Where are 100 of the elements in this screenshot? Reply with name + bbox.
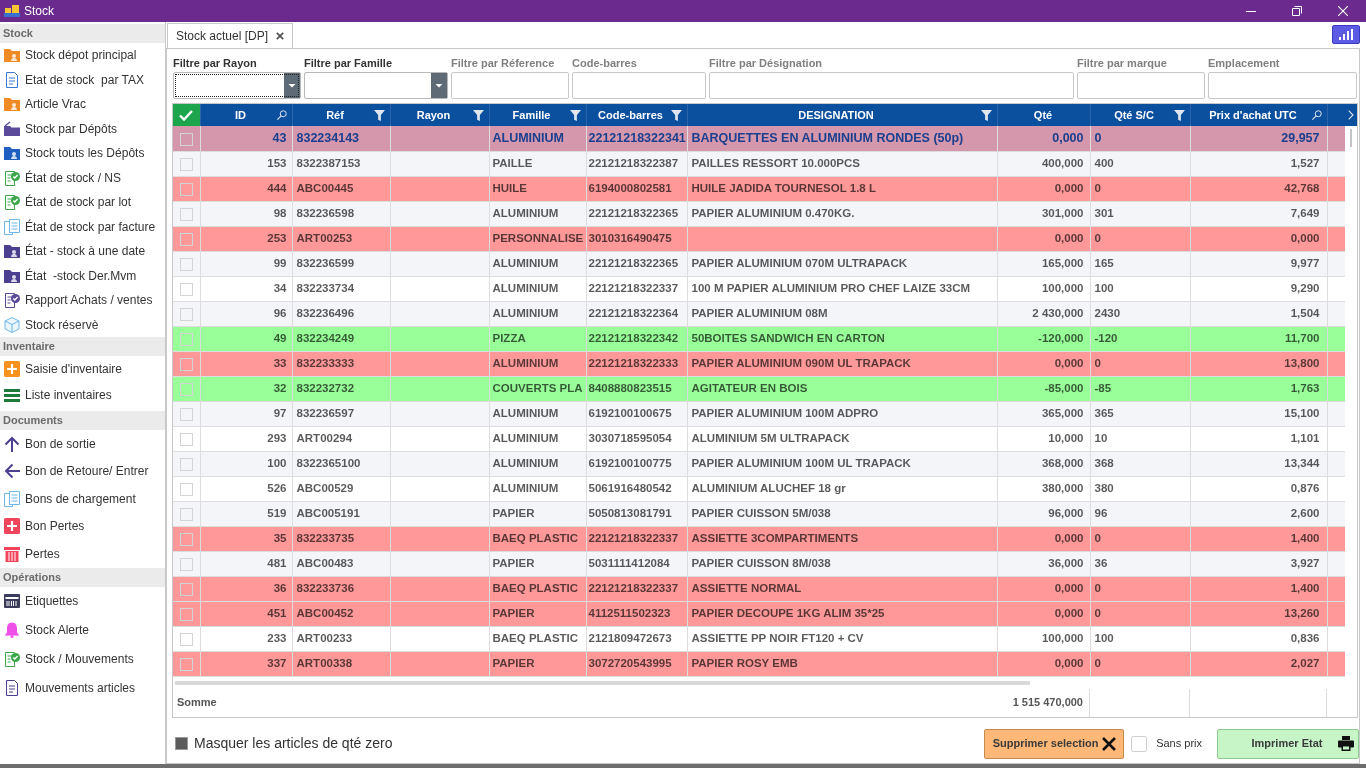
column-header[interactable]: Réf <box>292 104 390 126</box>
filter-icon[interactable] <box>670 109 682 121</box>
row-checkbox[interactable] <box>179 207 193 221</box>
table-row[interactable]: 97 832236597 ALUMINIUM 6192100100675 PAPIER ALUMINIUM 100M ADPRO 365,000 365 15,100 <box>173 401 1345 426</box>
filter-input[interactable] <box>1077 72 1205 99</box>
row-checkbox[interactable] <box>179 432 193 446</box>
sidebar-item[interactable]: Article Vrac <box>0 92 165 117</box>
column-header[interactable]: Qté <box>997 104 1090 126</box>
table-row[interactable]: 451 ABC00452 PAPIER 4112511502323 PAPIER DECOUPE 1KG ALIM 35*25 0,000 0 13,260 <box>173 601 1345 626</box>
filter-icon[interactable] <box>472 109 484 121</box>
checkbox[interactable] <box>175 737 188 750</box>
table-row[interactable]: 32 832232732 COUVERTS PLA 8408880823515 AGITATEUR EN BOIS -85,000 -85 1,763 <box>173 376 1345 401</box>
filter-input[interactable] <box>1208 72 1357 99</box>
sidebar-item[interactable]: Mouvements articles <box>0 673 165 703</box>
column-header[interactable]: Rayon <box>390 104 489 126</box>
row-checkbox[interactable] <box>179 582 193 596</box>
scrollbar-thumb[interactable] <box>175 680 1030 685</box>
row-checkbox[interactable] <box>179 507 193 521</box>
table-row[interactable]: 35 832233735 BAEQ PLASTIC 22121218322337 ASSIETTE 3COMPARTIMENTS 0,000 0 1,400 <box>173 526 1345 551</box>
column-header[interactable]: Famille <box>489 104 586 126</box>
sidebar-item[interactable]: Bons de chargement <box>0 485 165 513</box>
delete-selection-button[interactable]: Supprimer selection <box>984 728 1125 759</box>
row-checkbox[interactable] <box>179 557 193 571</box>
sidebar-item[interactable]: Bon de Retoure/ Entrer <box>0 457 165 485</box>
table-row[interactable]: 481 ABC00483 PAPIER 5031111412084 PAPIER CUISSON 8M/038 36,000 36 3,927 <box>173 551 1345 576</box>
table-row[interactable]: 98 832236598 ALUMINIUM 22121218322365 PAPIER ALUMINIUM 0.470KG. 301,000 301 7,649 <box>173 201 1345 226</box>
sidebar-item[interactable]: Stock Alerte <box>0 615 165 645</box>
sidebar-item[interactable]: Stock réservè <box>0 312 165 337</box>
table-row[interactable]: 293 ART00294 ALUMINIUM 3030718595054 ALUMINIUM 5M ULTRAPACK 10,000 10 1,101 <box>173 426 1345 451</box>
filter-dropdown[interactable] <box>173 72 301 99</box>
checkbox[interactable] <box>1131 735 1148 752</box>
table-row[interactable]: 519 ABC005191 PAPIER 5050813081791 PAPIER CUISSON 5M/038 96,000 96 2,600 <box>173 501 1345 526</box>
row-checkbox[interactable] <box>179 332 193 346</box>
sidebar-item[interactable]: État -stock Der.Mvm <box>0 263 165 288</box>
row-checkbox[interactable] <box>179 607 193 621</box>
scrollbar-thumb[interactable] <box>1350 129 1352 147</box>
filter-icon[interactable] <box>373 109 385 121</box>
sidebar-item[interactable]: Rapport Achats / ventes <box>0 288 165 313</box>
filter-icon[interactable] <box>980 109 992 121</box>
sidebar-item[interactable]: Stock / Mouvements <box>0 644 165 674</box>
row-checkbox[interactable] <box>179 482 193 496</box>
column-header[interactable]: Prix d'achat UTC <box>1190 104 1327 126</box>
row-checkbox[interactable] <box>179 307 193 321</box>
row-checkbox[interactable] <box>179 457 193 471</box>
close-icon[interactable] <box>276 32 285 40</box>
sidebar-item[interactable]: Etiquettes <box>0 586 165 616</box>
row-checkbox[interactable] <box>179 157 193 171</box>
table-row[interactable]: 36 832233736 BAEQ PLASTIC 22121218322337 ASSIETTE NORMAL 0,000 0 1,400 <box>173 576 1345 601</box>
sidebar-item[interactable]: Etat de stock par TAX <box>0 67 165 92</box>
sidebar-item[interactable]: État de stock par facture <box>0 214 165 239</box>
column-header[interactable]: Code-barres <box>586 104 687 126</box>
search-icon[interactable] <box>1311 110 1322 120</box>
sidebar-item[interactable]: Saisie d'inventaire <box>0 356 165 382</box>
column-header[interactable]: ID <box>200 104 292 126</box>
search-icon[interactable] <box>276 110 287 120</box>
sidebar-item[interactable]: État de stock par lot <box>0 190 165 215</box>
sidebar-item[interactable]: Pertes <box>0 540 165 568</box>
row-checkbox[interactable] <box>179 657 193 671</box>
table-row[interactable]: 96 832236496 ALUMINIUM 22121218322364 PAPIER ALUMINIUM 08M 2 430,000 2430 1,504 <box>173 301 1345 326</box>
row-checkbox[interactable] <box>179 407 193 421</box>
sidebar-item[interactable]: Stock par Dépôts <box>0 116 165 141</box>
filter-icon[interactable] <box>1173 109 1185 121</box>
sidebar-item[interactable]: Liste inventaires <box>0 382 165 408</box>
filter-input[interactable] <box>572 72 706 99</box>
column-header[interactable]: Qté S/C <box>1090 104 1190 126</box>
row-checkbox[interactable] <box>179 357 193 371</box>
table-row[interactable]: 233 ART00233 BAEQ PLASTIC 2121809472673 ASSIETTE PP NOIR FT120 + CV 100,000 100 0,836 <box>173 626 1345 651</box>
row-checkbox[interactable] <box>179 382 193 396</box>
sidebar-item[interactable]: Stock dépot principal <box>0 43 165 68</box>
table-row[interactable]: 253 ART00253 PERSONNALISE 3010316490475 0,000 0 0,000 <box>173 226 1345 251</box>
table-row[interactable]: 526 ABC00529 ALUMINIUM 5061916480542 ALUMINIUM ALUCHEF 18 gr 380,000 380 0,876 <box>173 476 1345 501</box>
sidebar-item[interactable]: État de stock / NS <box>0 165 165 190</box>
filter-icon[interactable] <box>569 109 581 121</box>
table-row[interactable]: 99 832236599 ALUMINIUM 22121218322365 PAPIER ALUMINIUM 070M ULTRAPACK 165,000 165 9,977 <box>173 251 1345 276</box>
table-row[interactable]: 49 832234249 PIZZA 22121218322342 50BOITES SANDWICH EN CARTON -120,000 -120 11,700 <box>173 326 1345 351</box>
row-checkbox[interactable] <box>179 282 193 296</box>
table-row[interactable]: 43 832234143 ALUMINIUM 22121218322341 BARQUETTES EN ALUMINIUM RONDES (50p) 0,000 0 29,957 <box>173 126 1345 151</box>
filter-input[interactable] <box>451 72 569 99</box>
table-row[interactable]: 100 8322365100 ALUMINIUM 6192100100775 PAPIER ALUMINIUM 100M UL TRAPACK 368,000 368 13,344 <box>173 451 1345 476</box>
sidebar-item[interactable]: Bon de sortie <box>0 430 165 458</box>
row-checkbox[interactable] <box>179 182 193 196</box>
filter-input[interactable] <box>709 72 1074 99</box>
table-row[interactable]: 444 ABC00445 HUILE 6194000802581 HUILE JADIDA TOURNESOL 1.8 L 0,000 0 42,768 <box>173 176 1345 201</box>
sidebar-item[interactable]: Stock touts les Dépôts <box>0 141 165 166</box>
chart-button[interactable] <box>1332 25 1360 44</box>
caret-icon[interactable] <box>284 73 300 98</box>
scroll-right-button[interactable] <box>1345 104 1357 126</box>
row-checkbox[interactable] <box>179 132 193 146</box>
table-row[interactable]: 34 832233734 ALUMINIUM 22121218322337 100 M PAPIER ALUMINIUM PRO CHEF LAIZE 33CM 100,000 100 9,290 <box>173 276 1345 301</box>
tab[interactable]: Stock actuel [DP] <box>167 23 294 48</box>
table-row[interactable]: 337 ART00338 PAPIER 3072720543995 PAPIER ROSY EMB 0,000 0 2,027 <box>173 651 1345 676</box>
column-header[interactable]: DESIGNATION <box>687 104 997 126</box>
row-checkbox[interactable] <box>179 532 193 546</box>
row-checkbox[interactable] <box>179 632 193 646</box>
sidebar-item[interactable]: Bon Pertes <box>0 512 165 540</box>
select-all-button[interactable] <box>173 104 200 126</box>
table-row[interactable]: 33 832233333 ALUMINIUM 22121218322333 PAPIER ALUMINIUM 090M UL TRAPACK 0,000 0 13,800 <box>173 351 1345 376</box>
row-checkbox[interactable] <box>179 257 193 271</box>
sidebar-item[interactable]: État - stock à une date <box>0 239 165 264</box>
print-button[interactable]: Imprimer Etat <box>1217 728 1359 759</box>
